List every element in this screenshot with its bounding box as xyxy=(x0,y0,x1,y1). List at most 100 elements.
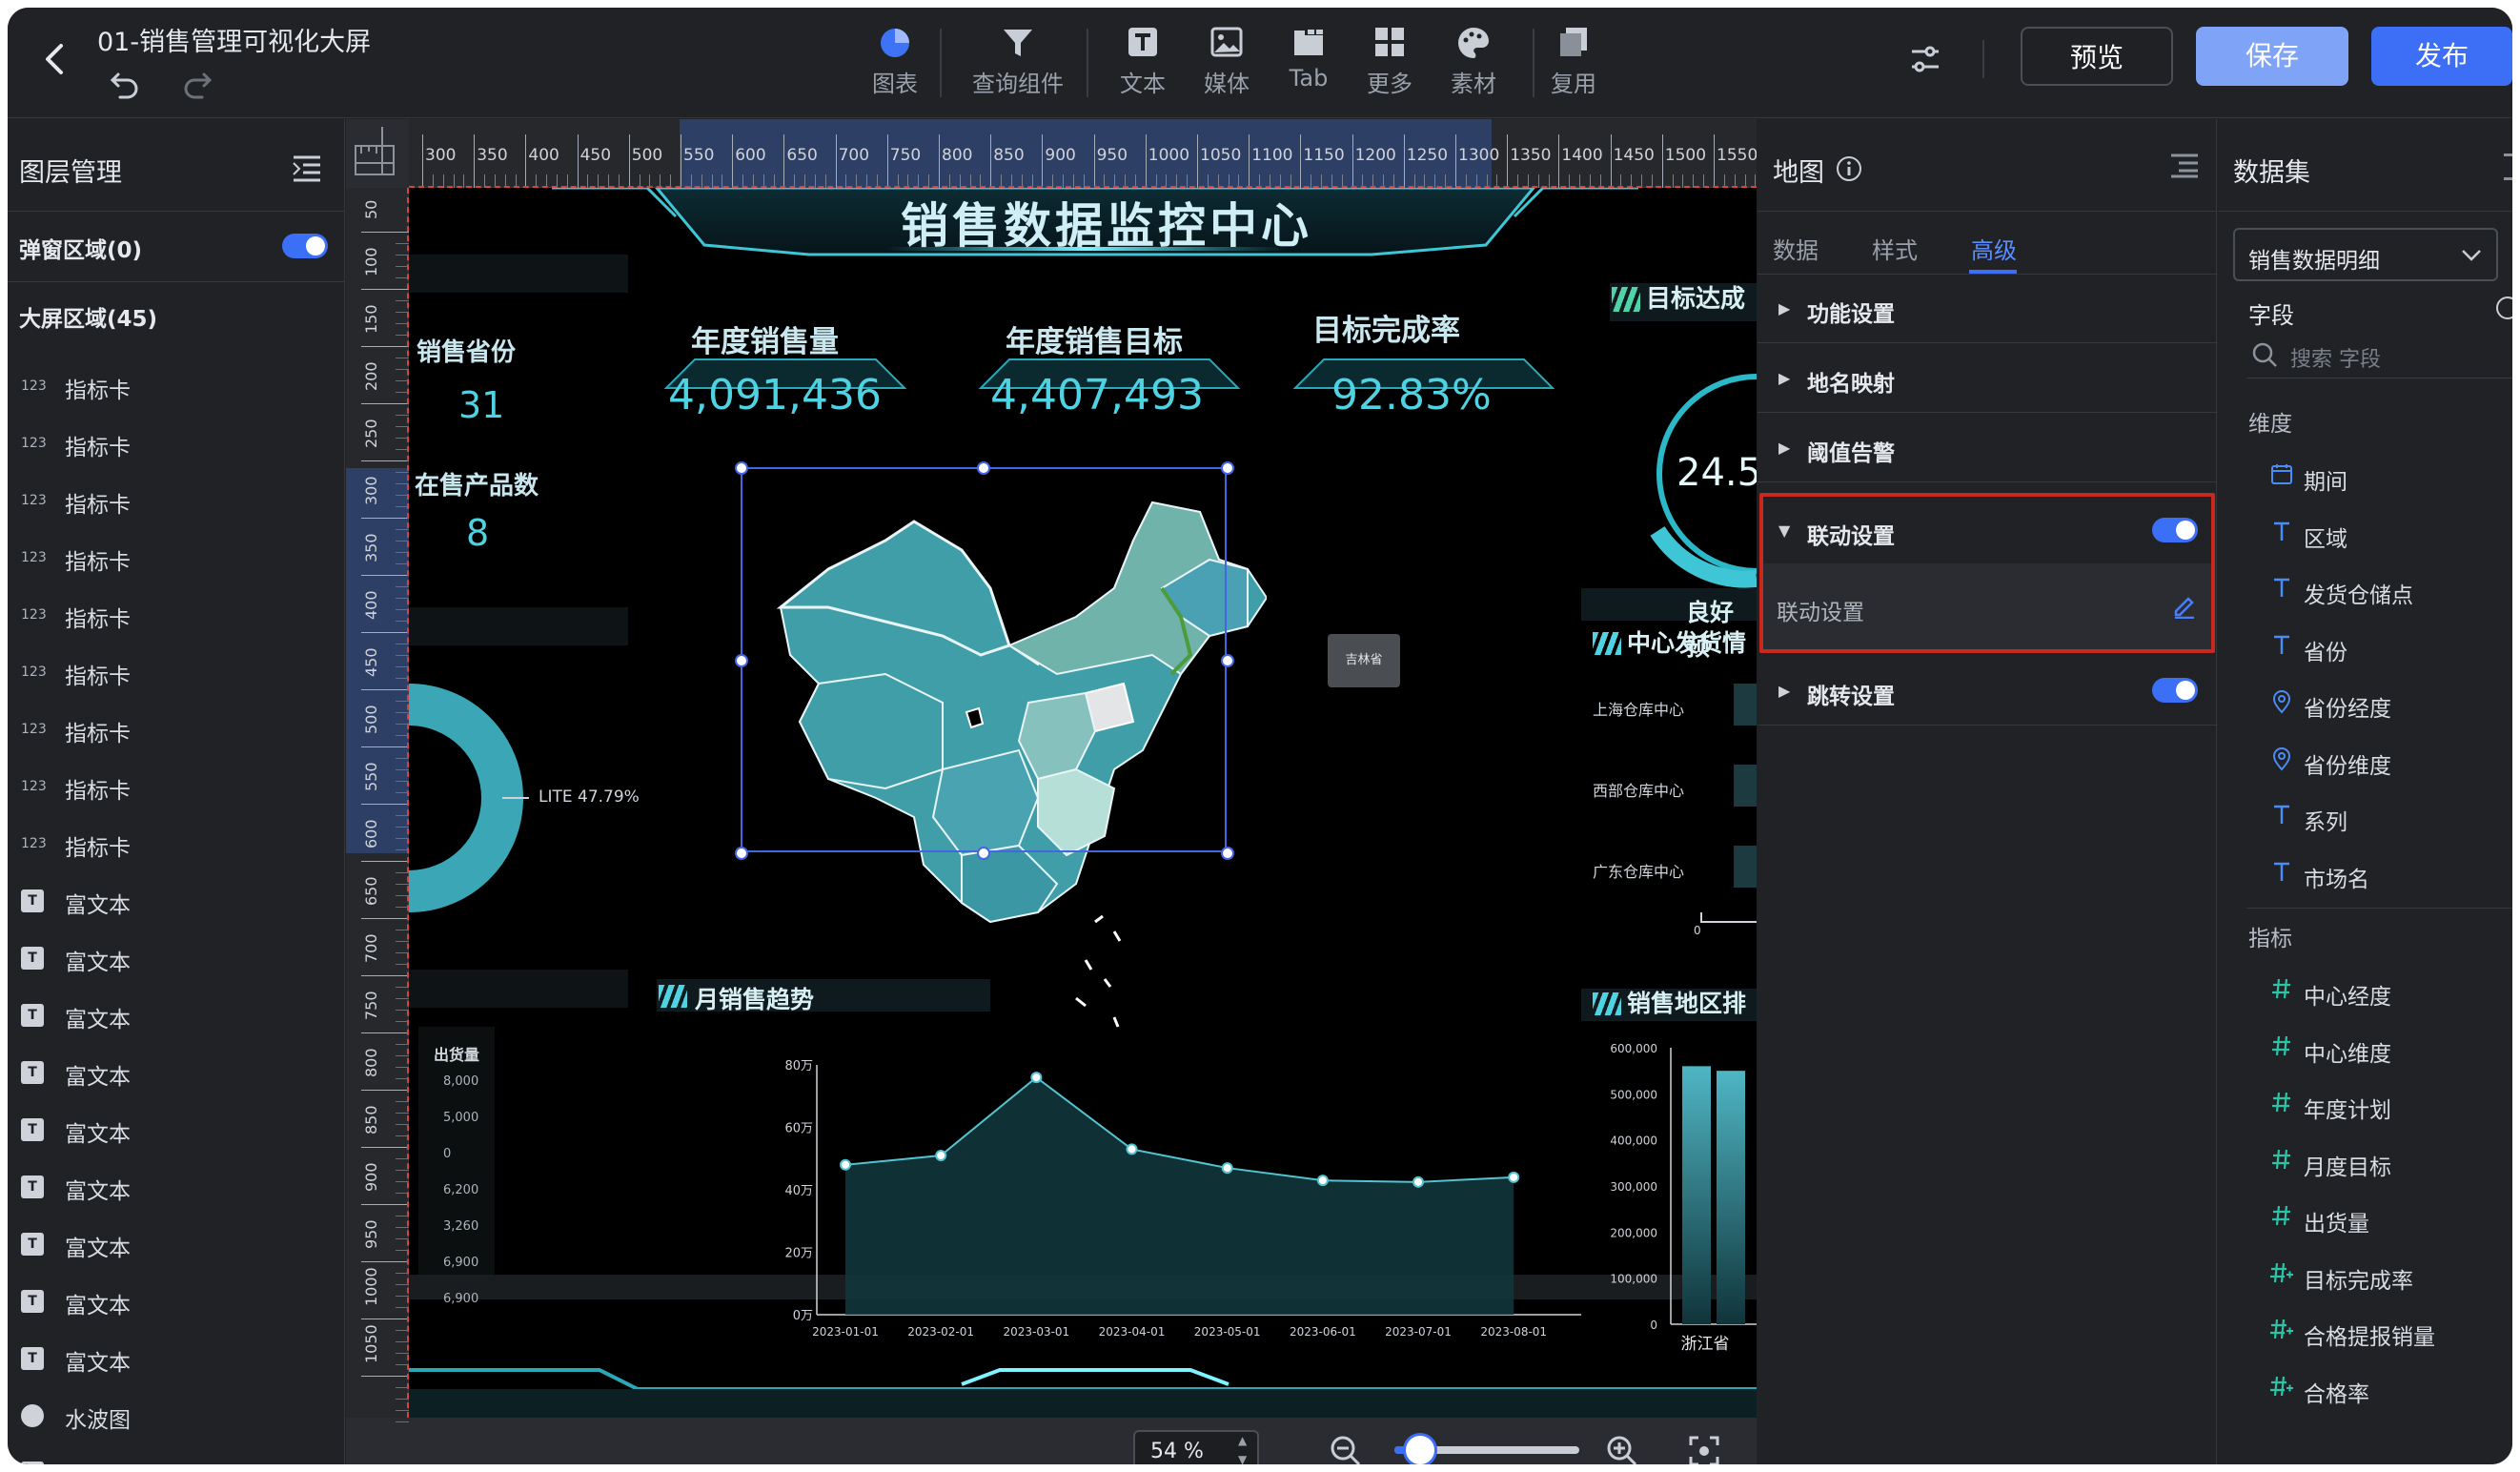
tab-data[interactable]: 数据 xyxy=(1773,232,1819,265)
layer-item[interactable]: T 富文本 xyxy=(8,1216,344,1273)
preview-button[interactable]: 预览 xyxy=(2021,27,2173,86)
toolbar-reuse[interactable]: 复用 xyxy=(1521,21,1626,98)
layer-item[interactable]: 123 指标卡 xyxy=(8,529,344,586)
back-arrow-icon[interactable] xyxy=(36,40,74,78)
linkage-toggle[interactable] xyxy=(2152,518,2198,542)
tab-style[interactable]: 样式 xyxy=(1872,232,1918,265)
info-icon[interactable] xyxy=(1836,155,1862,182)
layer-item[interactable]: 123 指标卡 xyxy=(8,586,344,644)
layer-item[interactable]: T 富文本 xyxy=(8,1044,344,1101)
dimension-field[interactable]: 区域 xyxy=(2218,506,2512,563)
tab-advanced[interactable]: 高级 xyxy=(1971,232,2017,265)
refresh-icon[interactable] xyxy=(2496,296,2512,319)
zoom-in-icon[interactable] xyxy=(1606,1435,1638,1464)
layer-item[interactable]: 123 指标卡 xyxy=(8,358,344,415)
measure-field[interactable]: 出货量 xyxy=(2218,1191,2512,1248)
resize-handle[interactable] xyxy=(735,654,748,667)
settings-sliders-icon[interactable] xyxy=(1906,40,1944,78)
dashboard-screen[interactable]: 销售数据监控中心 销售省份 31 在售产品数 8 年度销售量 4,091,436… xyxy=(409,188,1757,1418)
popup-area-toggle[interactable] xyxy=(282,234,328,258)
measure-field[interactable]: 年度计划 xyxy=(2218,1077,2512,1135)
layer-item[interactable]: T 富文本 xyxy=(8,930,344,987)
resize-handle[interactable] xyxy=(977,847,990,860)
zoom-input[interactable]: 54 % ▲ ▼ xyxy=(1133,1430,1259,1464)
trend-point[interactable] xyxy=(1508,1171,1520,1183)
resize-handle[interactable] xyxy=(977,461,990,475)
canvas-area[interactable]: 300 350 400 450 500 550 600 650 700 750 800 850 900 9… xyxy=(346,119,1757,1464)
resize-handle[interactable] xyxy=(735,847,748,860)
layer-item[interactable]: T 富文本 xyxy=(8,1444,344,1464)
jump-toggle[interactable] xyxy=(2152,678,2198,703)
section-geo-mapping[interactable]: ▶ 地名映射 xyxy=(1758,344,2217,413)
layer-item[interactable]: 123 指标卡 xyxy=(8,472,344,529)
layer-item[interactable]: 123 指标卡 xyxy=(8,701,344,758)
field-search[interactable]: 搜索 字段 xyxy=(2246,335,2512,378)
layer-item[interactable]: 123 指标卡 xyxy=(8,415,344,472)
dimension-field[interactable]: 省份 xyxy=(2218,620,2512,677)
linkage-settings-row[interactable]: 联动设置 xyxy=(1763,563,2211,649)
toolbar-material[interactable]: 素材 xyxy=(1421,21,1526,98)
dimension-field[interactable]: 市场名 xyxy=(2218,847,2512,904)
layer-item[interactable]: T 富文本 xyxy=(8,1273,344,1330)
resize-handle[interactable] xyxy=(735,461,748,475)
layer-item[interactable]: T 富文本 xyxy=(8,1158,344,1216)
trend-point[interactable] xyxy=(840,1158,851,1171)
dimension-field[interactable]: 系列 xyxy=(2218,789,2512,847)
measure-field[interactable]: 合格率 xyxy=(2218,1361,2512,1419)
layer-item[interactable]: 123 指标卡 xyxy=(8,758,344,815)
trend-point[interactable] xyxy=(1126,1143,1138,1155)
trend-point[interactable] xyxy=(1030,1072,1043,1084)
trend-point[interactable] xyxy=(1221,1162,1233,1175)
measure-field[interactable]: 目标完成率 xyxy=(2218,1248,2512,1305)
zoom-slider[interactable] xyxy=(1394,1433,1579,1464)
toolbar-query[interactable]: 查询组件 xyxy=(965,21,1070,98)
ruler-tick-label: 350 xyxy=(362,533,380,562)
collapse-panel-icon[interactable] xyxy=(290,153,324,182)
dataset-menu-icon[interactable] xyxy=(2504,153,2512,180)
measure-field[interactable]: 月度目标 xyxy=(2218,1135,2512,1192)
section-function-settings[interactable]: ▶ 功能设置 xyxy=(1758,275,2217,343)
layer-item[interactable]: T 富文本 xyxy=(8,987,344,1044)
layer-item[interactable]: 123 指标卡 xyxy=(8,815,344,872)
section-linkage-settings[interactable]: ▼ 联动设置 xyxy=(1758,497,2217,565)
dimension-field[interactable]: 期间 xyxy=(2218,449,2512,506)
edit-icon[interactable] xyxy=(2171,592,2198,620)
measure-field[interactable]: 合格提报销量 xyxy=(2218,1304,2512,1361)
save-button[interactable]: 保存 xyxy=(2196,27,2348,86)
toolbar-chart[interactable]: 图表 xyxy=(843,21,947,98)
redo-icon[interactable] xyxy=(181,67,213,99)
trend-point[interactable] xyxy=(935,1149,947,1161)
config-menu-icon[interactable] xyxy=(2169,152,2200,178)
trend-point[interactable] xyxy=(1412,1176,1425,1188)
layer-item[interactable]: T 富文本 xyxy=(8,1101,344,1158)
monthly-trend-chart[interactable]: 80万 60万 40万 20万 0万 2023-01-01 2023-02-01 2023-0… xyxy=(647,1027,1581,1351)
measure-field[interactable]: 中心经度 xyxy=(2218,964,2512,1021)
layer-item[interactable]: T 富文本 xyxy=(8,1330,344,1387)
zoom-slider-thumb[interactable] xyxy=(1403,1433,1438,1464)
hash-icon xyxy=(2267,1091,2296,1119)
layer-item[interactable]: 水波图 xyxy=(8,1387,344,1444)
dimension-field[interactable]: 发货仓储点 xyxy=(2218,562,2512,620)
region-bar[interactable] xyxy=(1682,1066,1711,1324)
fit-screen-icon[interactable] xyxy=(1688,1435,1720,1464)
zoom-out-icon[interactable] xyxy=(1330,1435,1362,1464)
zoom-stepper-up-icon[interactable]: ▲ xyxy=(1238,1434,1247,1447)
layer-item[interactable]: 123 指标卡 xyxy=(8,644,344,701)
section-jump-settings[interactable]: ▶ 跳转设置 xyxy=(1758,657,2217,726)
zoom-stepper-down-icon[interactable]: ▼ xyxy=(1238,1453,1247,1464)
resize-handle[interactable] xyxy=(1221,654,1234,667)
dimension-field[interactable]: 省份维度 xyxy=(2218,733,2512,790)
dimension-field[interactable]: 省份经度 xyxy=(2218,676,2512,733)
section-threshold-alert[interactable]: ▶ 阈值告警 xyxy=(1758,414,2217,482)
publish-button[interactable]: 发布 xyxy=(2371,27,2512,86)
dataset-select[interactable]: 销售数据明细 xyxy=(2233,228,2498,281)
trend-point[interactable] xyxy=(1316,1175,1329,1187)
resize-handle[interactable] xyxy=(1221,847,1234,860)
region-bar[interactable] xyxy=(1717,1071,1745,1324)
resize-handle[interactable] xyxy=(1221,461,1234,475)
measure-field[interactable]: 中心维度 xyxy=(2218,1021,2512,1078)
y-tick-label: 20万 xyxy=(784,1247,813,1261)
layer-item[interactable]: T 富文本 xyxy=(8,872,344,930)
undo-icon[interactable] xyxy=(109,67,141,99)
map-selection-frame[interactable] xyxy=(741,467,1227,852)
